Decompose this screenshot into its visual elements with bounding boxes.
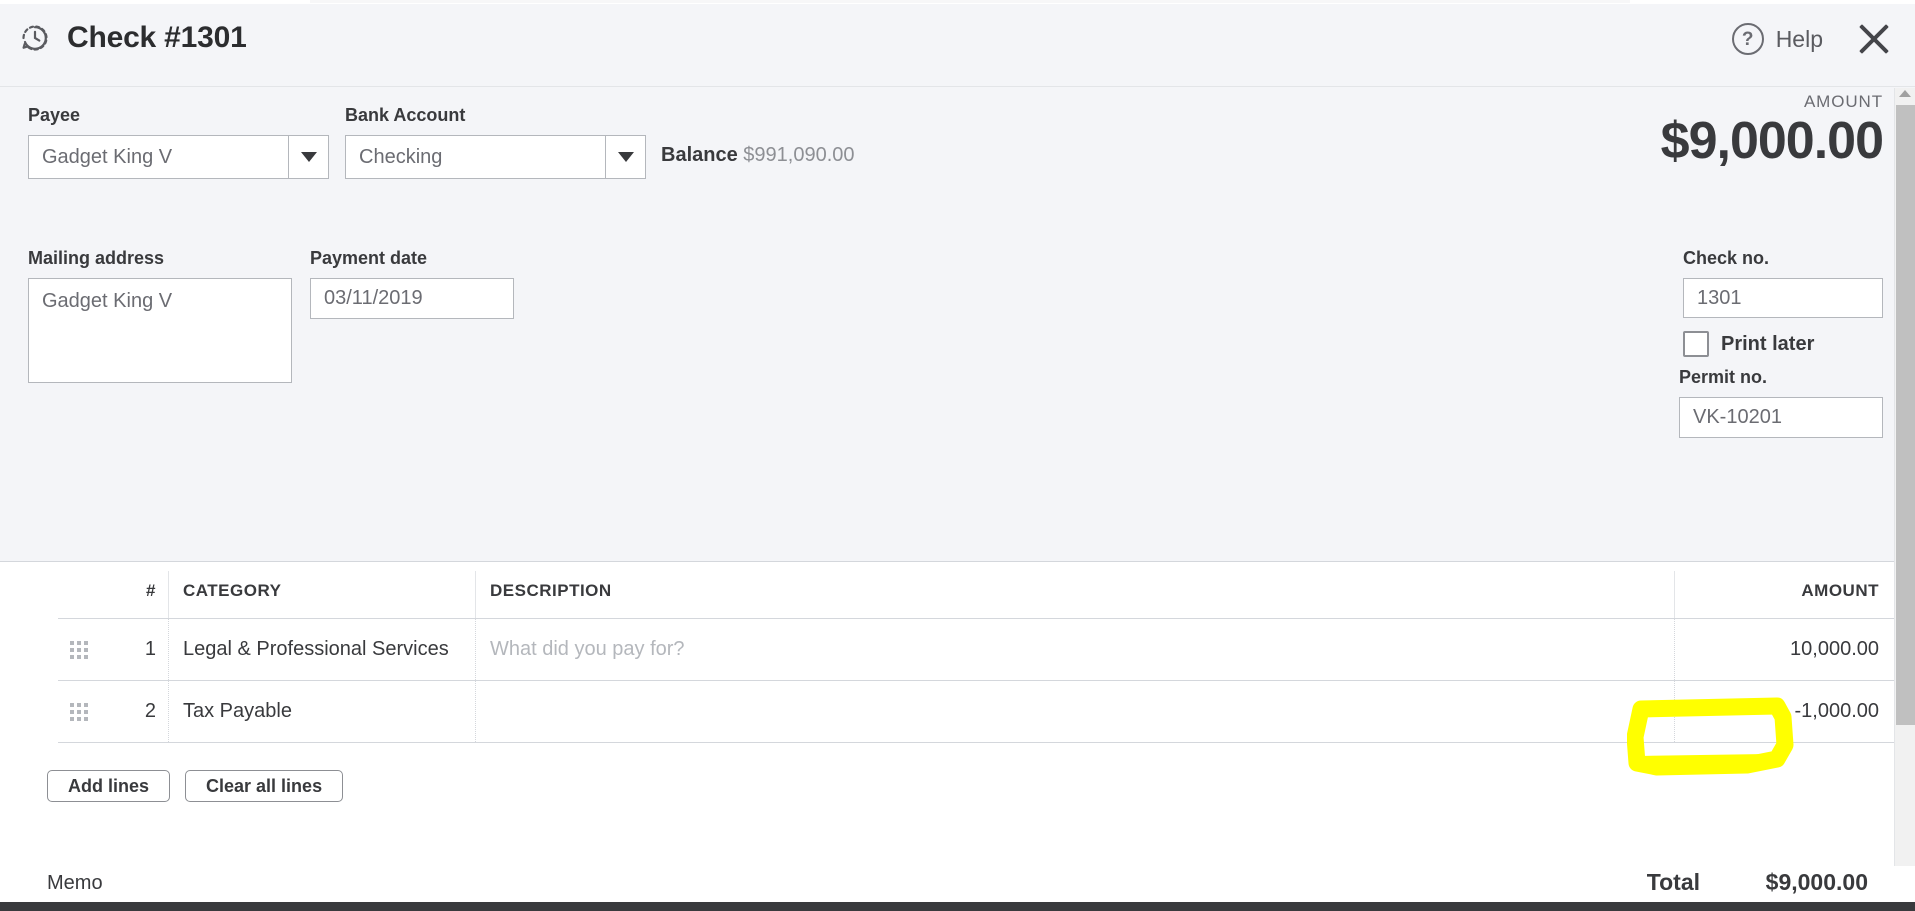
- mailing-address-textarea[interactable]: Gadget King V: [28, 278, 292, 383]
- payment-date-input[interactable]: 03/11/2019: [310, 278, 514, 319]
- scroll-up-arrow-icon[interactable]: [1899, 90, 1911, 97]
- check-amount-display: AMOUNT $9,000.00: [1661, 92, 1883, 169]
- bank-account-label: Bank Account: [345, 105, 646, 126]
- page-header: Check #1301 ? Help: [0, 4, 1915, 87]
- amount-value: $9,000.00: [1661, 114, 1883, 169]
- row-number: 2: [96, 681, 169, 743]
- question-circle-icon: ?: [1732, 23, 1764, 55]
- header-right-group: ? Help: [1732, 20, 1893, 58]
- line-items-section: # CATEGORY DESCRIPTION AMOUNT 1 Legal & …: [0, 562, 1915, 862]
- memo-total-row: Memo Total $9,000.00: [0, 862, 1915, 902]
- col-description: DESCRIPTION: [476, 571, 1675, 619]
- mailing-address-group: Mailing address Gadget King V: [28, 248, 292, 383]
- permit-no-label: Permit no.: [1679, 367, 1883, 388]
- total-value: $9,000.00: [1766, 869, 1868, 896]
- memo-label: Memo: [47, 872, 103, 895]
- add-lines-button[interactable]: Add lines: [47, 770, 170, 802]
- drag-handle-icon[interactable]: [70, 641, 88, 659]
- payment-date-label: Payment date: [310, 248, 514, 269]
- check-form-window: Check #1301 ? Help Payee Gadget King V B…: [0, 0, 1915, 911]
- payee-label: Payee: [28, 105, 329, 126]
- amount-label: AMOUNT: [1661, 92, 1883, 112]
- payee-combobox[interactable]: Gadget King V: [28, 135, 329, 179]
- header-left-group: Check #1301: [17, 20, 247, 56]
- row-description[interactable]: What did you pay for?: [476, 619, 1675, 681]
- row-amount[interactable]: -1,000.00: [1675, 681, 1894, 743]
- help-label: Help: [1776, 26, 1823, 53]
- history-clock-icon[interactable]: [17, 20, 53, 56]
- col-handle: [58, 571, 96, 619]
- balance-label: Balance: [661, 144, 738, 166]
- print-later-label: Print later: [1721, 333, 1814, 356]
- row-description-placeholder: What did you pay for?: [490, 638, 685, 660]
- row-number: 1: [96, 619, 169, 681]
- account-balance: Balance $991,090.00: [661, 144, 855, 167]
- check-details-form: Payee Gadget King V Bank Account Checkin…: [0, 88, 1915, 562]
- col-amount: AMOUNT: [1675, 571, 1894, 619]
- payee-field-group: Payee Gadget King V: [28, 105, 329, 179]
- table-row[interactable]: 1 Legal & Professional Services What did…: [58, 619, 1915, 681]
- row-description[interactable]: [476, 681, 1675, 743]
- clear-all-lines-button[interactable]: Clear all lines: [185, 770, 343, 802]
- payee-dropdown-chevron-down-icon[interactable]: [288, 135, 329, 179]
- bank-account-dropdown-chevron-down-icon[interactable]: [605, 135, 646, 179]
- bank-account-combobox[interactable]: Checking: [345, 135, 646, 179]
- vertical-scrollbar[interactable]: [1894, 88, 1915, 866]
- table-header-row: # CATEGORY DESCRIPTION AMOUNT: [58, 571, 1915, 619]
- print-later-checkbox[interactable]: [1683, 331, 1709, 357]
- total-label: Total: [1647, 869, 1700, 896]
- check-no-label: Check no.: [1683, 248, 1883, 269]
- row-category[interactable]: Legal & Professional Services: [169, 619, 476, 681]
- mailing-address-label: Mailing address: [28, 248, 292, 269]
- line-actions: Add lines Clear all lines: [47, 770, 358, 802]
- close-icon[interactable]: [1855, 20, 1893, 58]
- payment-date-group: Payment date 03/11/2019: [310, 248, 514, 319]
- page-title: Check #1301: [67, 21, 247, 55]
- col-number: #: [96, 571, 169, 619]
- table-row[interactable]: 2 Tax Payable -1,000.00: [58, 681, 1915, 743]
- permit-no-input[interactable]: VK-10201: [1679, 397, 1883, 438]
- scrollbar-thumb[interactable]: [1896, 105, 1915, 725]
- check-no-input[interactable]: 1301: [1683, 278, 1883, 318]
- permit-no-group: Permit no. VK-10201: [1679, 367, 1883, 438]
- footer-bar: [0, 902, 1915, 911]
- browser-tab-strip: [310, 0, 1630, 3]
- check-no-group: Check no. 1301 Print later: [1683, 248, 1883, 357]
- bank-account-field-group: Bank Account Checking: [345, 105, 646, 179]
- drag-handle-icon[interactable]: [70, 703, 88, 721]
- col-category: CATEGORY: [169, 571, 476, 619]
- help-button[interactable]: ? Help: [1732, 23, 1823, 55]
- print-later-checkbox-row[interactable]: Print later: [1683, 331, 1883, 357]
- line-items-table: # CATEGORY DESCRIPTION AMOUNT 1 Legal & …: [58, 571, 1915, 743]
- row-amount[interactable]: 10,000.00: [1675, 619, 1894, 681]
- row-drag-cell: [58, 619, 96, 681]
- row-category[interactable]: Tax Payable: [169, 681, 476, 743]
- bank-account-input[interactable]: Checking: [345, 135, 605, 179]
- balance-value: $991,090.00: [743, 144, 854, 166]
- payee-input[interactable]: Gadget King V: [28, 135, 288, 179]
- row-drag-cell: [58, 681, 96, 743]
